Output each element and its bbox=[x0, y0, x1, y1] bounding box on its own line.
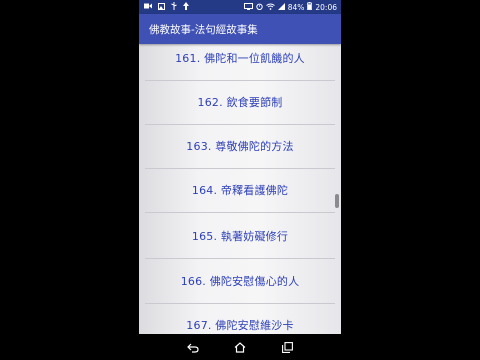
list-item[interactable]: 166. 佛陀安慰傷心的人 bbox=[139, 258, 341, 304]
list-item-label: 166. 佛陀安慰傷心的人 bbox=[180, 275, 300, 288]
home-icon bbox=[234, 338, 246, 357]
list-item-label: 165. 執著妨礙修行 bbox=[191, 230, 289, 243]
wifi-icon bbox=[265, 3, 275, 12]
list-item-label: 161. 佛陀和一位飢饑的人 bbox=[175, 52, 305, 65]
recents-button[interactable] bbox=[280, 340, 294, 354]
status-right-icons: 84% 20:06 bbox=[243, 2, 341, 12]
alarm-icon bbox=[256, 3, 263, 12]
recents-icon bbox=[281, 338, 293, 357]
phone-screen: 84% 20:06 佛教故事-法句經故事集 161. 佛陀和一位飢饑的人 162… bbox=[139, 0, 341, 360]
battery-text: 84% bbox=[287, 2, 305, 12]
list-item-label: 164. 帝釋看護佛陀 bbox=[191, 184, 289, 197]
battery-icon bbox=[307, 2, 313, 12]
image-icon bbox=[158, 2, 165, 12]
list-item[interactable]: 163. 尊敬佛陀的方法 bbox=[139, 123, 341, 169]
upload-icon bbox=[183, 2, 189, 12]
home-button[interactable] bbox=[233, 340, 247, 354]
app-bar: 佛教故事-法句經故事集 bbox=[139, 14, 341, 44]
back-button[interactable] bbox=[186, 340, 200, 354]
clock-text: 20:06 bbox=[315, 2, 337, 12]
list-item[interactable]: 164. 帝釋看護佛陀 bbox=[139, 167, 341, 213]
list-item[interactable]: 162. 飲食要節制 bbox=[139, 79, 341, 125]
app-title: 佛教故事-法句經故事集 bbox=[149, 23, 258, 36]
status-bar: 84% 20:06 bbox=[139, 0, 341, 14]
usb-icon bbox=[171, 2, 177, 12]
signal-icon bbox=[277, 2, 285, 12]
list-item[interactable]: 161. 佛陀和一位飢饑的人 bbox=[139, 44, 341, 81]
list-item-label: 162. 飲食要節制 bbox=[197, 96, 283, 109]
list-item[interactable]: 165. 執著妨礙修行 bbox=[139, 213, 341, 259]
list-item-label: 163. 尊敬佛陀的方法 bbox=[186, 140, 294, 153]
list-item[interactable]: 167. 佛陀安慰維沙卡 bbox=[139, 302, 341, 334]
scrollbar-thumb[interactable] bbox=[335, 194, 339, 208]
cast-icon bbox=[243, 2, 253, 12]
back-icon bbox=[186, 338, 199, 357]
list-item-label: 167. 佛陀安慰維沙卡 bbox=[186, 319, 294, 332]
video-icon bbox=[144, 3, 152, 11]
story-list[interactable]: 161. 佛陀和一位飢饑的人 162. 飲食要節制 163. 尊敬佛陀的方法 1… bbox=[139, 44, 341, 334]
status-left-icons bbox=[139, 2, 189, 12]
navigation-bar bbox=[139, 334, 341, 360]
